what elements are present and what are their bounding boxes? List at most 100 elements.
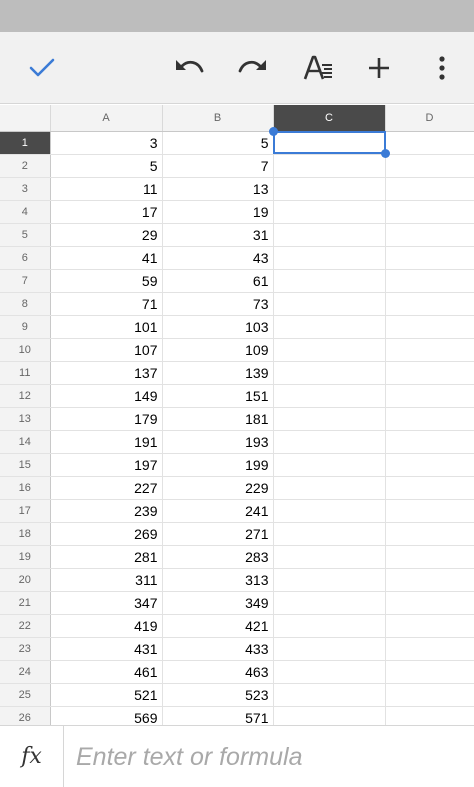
- cell-c[interactable]: [273, 499, 386, 523]
- cell-b[interactable]: 181: [162, 407, 274, 431]
- cell-c[interactable]: [273, 706, 386, 725]
- cell-d[interactable]: [385, 131, 474, 155]
- undo-button[interactable]: [165, 32, 213, 104]
- cell-b[interactable]: 349: [162, 591, 274, 615]
- select-all-corner[interactable]: [0, 105, 51, 132]
- cell-a[interactable]: 179: [50, 407, 163, 431]
- row-header[interactable]: 5: [0, 223, 51, 247]
- cell-b[interactable]: 571: [162, 706, 274, 725]
- cell-b[interactable]: 103: [162, 315, 274, 339]
- cell-b[interactable]: 13: [162, 177, 274, 201]
- cell-a[interactable]: 29: [50, 223, 163, 247]
- cell-a[interactable]: 281: [50, 545, 163, 569]
- row-header[interactable]: 9: [0, 315, 51, 339]
- cell-c[interactable]: [273, 407, 386, 431]
- cell-d[interactable]: [385, 315, 474, 339]
- cell-b[interactable]: 463: [162, 660, 274, 684]
- row-header[interactable]: 8: [0, 292, 51, 316]
- row-header[interactable]: 7: [0, 269, 51, 293]
- cell-b[interactable]: 109: [162, 338, 274, 362]
- cell-a[interactable]: 197: [50, 453, 163, 477]
- row-header[interactable]: 16: [0, 476, 51, 500]
- cell-a[interactable]: 227: [50, 476, 163, 500]
- row-header[interactable]: 18: [0, 522, 51, 546]
- cell-d[interactable]: [385, 545, 474, 569]
- row-header[interactable]: 13: [0, 407, 51, 431]
- cell-d[interactable]: [385, 453, 474, 477]
- cell-d[interactable]: [385, 223, 474, 247]
- cell-c[interactable]: [273, 430, 386, 454]
- row-header[interactable]: 20: [0, 568, 51, 592]
- cell-c[interactable]: [273, 637, 386, 661]
- cell-b[interactable]: 199: [162, 453, 274, 477]
- cell-a[interactable]: 107: [50, 338, 163, 362]
- cell-d[interactable]: [385, 338, 474, 362]
- cell-a[interactable]: 17: [50, 200, 163, 224]
- cell-d[interactable]: [385, 637, 474, 661]
- cell-a[interactable]: 3: [50, 131, 163, 155]
- cell-c[interactable]: [273, 476, 386, 500]
- more-options-button[interactable]: [418, 32, 466, 104]
- cell-d[interactable]: [385, 499, 474, 523]
- cell-d[interactable]: [385, 292, 474, 316]
- row-header[interactable]: 15: [0, 453, 51, 477]
- row-header[interactable]: 11: [0, 361, 51, 385]
- cell-c[interactable]: [273, 384, 386, 408]
- cell-d[interactable]: [385, 706, 474, 725]
- cell-d[interactable]: [385, 407, 474, 431]
- cell-a[interactable]: 5: [50, 154, 163, 178]
- column-header-d[interactable]: D: [385, 105, 474, 132]
- cell-a[interactable]: 419: [50, 614, 163, 638]
- cell-a[interactable]: 569: [50, 706, 163, 725]
- cell-c[interactable]: [273, 453, 386, 477]
- cell-d[interactable]: [385, 591, 474, 615]
- row-header[interactable]: 1: [0, 131, 51, 155]
- cell-c[interactable]: [273, 246, 386, 270]
- cell-d[interactable]: [385, 430, 474, 454]
- cell-b[interactable]: 61: [162, 269, 274, 293]
- cell-c[interactable]: [273, 660, 386, 684]
- cell-c[interactable]: [273, 292, 386, 316]
- row-header[interactable]: 3: [0, 177, 51, 201]
- cell-c[interactable]: [273, 361, 386, 385]
- cell-c[interactable]: [273, 683, 386, 707]
- cell-a[interactable]: 137: [50, 361, 163, 385]
- cell-d[interactable]: [385, 246, 474, 270]
- row-header[interactable]: 4: [0, 200, 51, 224]
- cell-a[interactable]: 347: [50, 591, 163, 615]
- cell-d[interactable]: [385, 269, 474, 293]
- cell-c[interactable]: [273, 315, 386, 339]
- cell-c[interactable]: [273, 568, 386, 592]
- cell-d[interactable]: [385, 614, 474, 638]
- cell-b[interactable]: 193: [162, 430, 274, 454]
- cell-b[interactable]: 7: [162, 154, 274, 178]
- cell-b[interactable]: 31: [162, 223, 274, 247]
- cell-a[interactable]: 269: [50, 522, 163, 546]
- row-header[interactable]: 2: [0, 154, 51, 178]
- cell-d[interactable]: [385, 200, 474, 224]
- cell-b[interactable]: 433: [162, 637, 274, 661]
- formula-input[interactable]: [76, 738, 456, 776]
- cell-b[interactable]: 5: [162, 131, 274, 155]
- cell-c[interactable]: [273, 338, 386, 362]
- confirm-button[interactable]: [18, 32, 66, 104]
- redo-button[interactable]: [229, 32, 277, 104]
- cell-c[interactable]: [273, 154, 386, 178]
- column-header-c[interactable]: C: [273, 105, 386, 132]
- cell-b[interactable]: 229: [162, 476, 274, 500]
- spreadsheet-grid[interactable]: A B C D 1 3 5 2 5 7 3 11 13 4 17 19 5 29 31 6 41 43 7 59 61 8…: [0, 105, 474, 725]
- cell-b[interactable]: 43: [162, 246, 274, 270]
- cell-c[interactable]: [273, 200, 386, 224]
- cell-d[interactable]: [385, 522, 474, 546]
- cell-b[interactable]: 241: [162, 499, 274, 523]
- cell-d[interactable]: [385, 177, 474, 201]
- row-header[interactable]: 12: [0, 384, 51, 408]
- cell-d[interactable]: [385, 660, 474, 684]
- cell-b[interactable]: 283: [162, 545, 274, 569]
- row-header[interactable]: 24: [0, 660, 51, 684]
- cell-c[interactable]: [273, 223, 386, 247]
- cell-b[interactable]: 151: [162, 384, 274, 408]
- cell-c[interactable]: [273, 545, 386, 569]
- cell-b[interactable]: 19: [162, 200, 274, 224]
- cell-c[interactable]: [273, 131, 386, 155]
